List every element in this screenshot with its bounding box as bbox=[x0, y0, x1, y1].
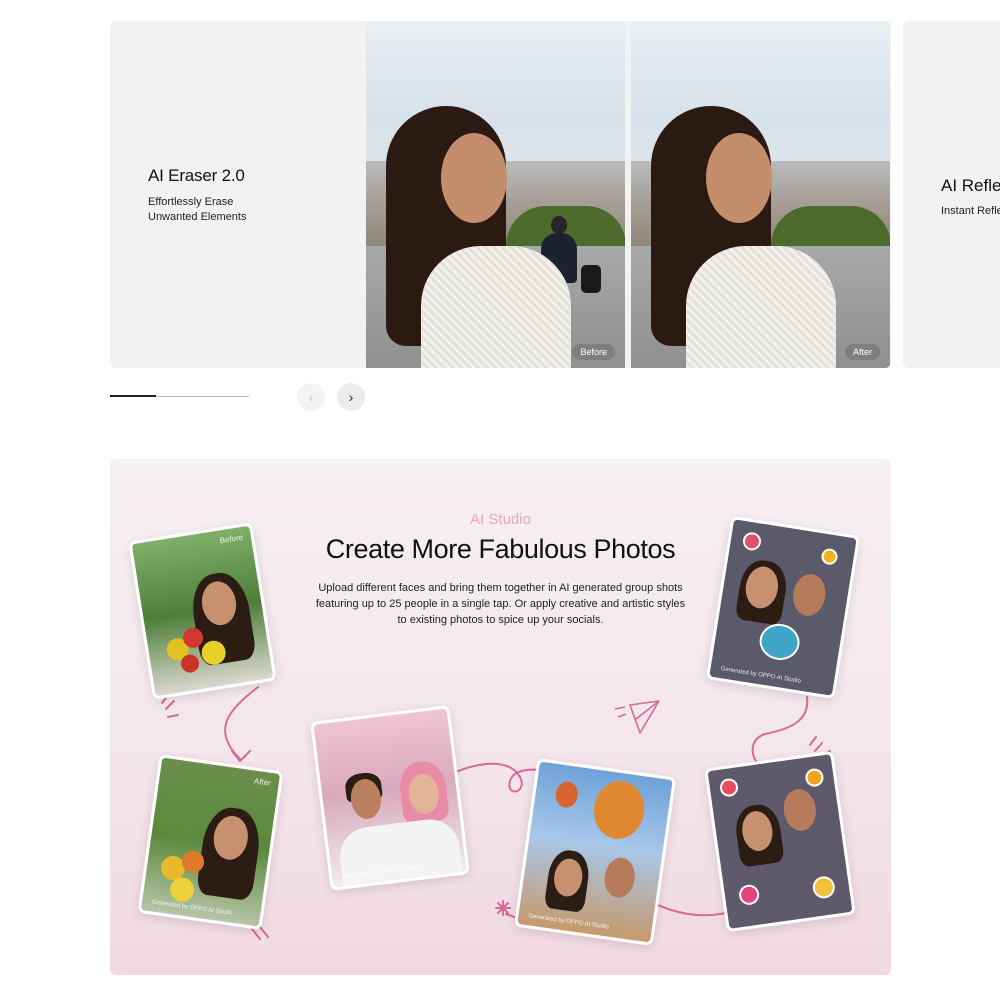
studio-card-after: After Generated by OPPO AI Studio bbox=[137, 754, 284, 930]
studio-card-couple-blossoms: Generated by OPPO AI Studio bbox=[310, 705, 470, 891]
studio-card-balloons: Generated by OPPO AI Studio bbox=[513, 758, 677, 946]
before-badge: Before bbox=[572, 344, 615, 360]
after-badge: After bbox=[844, 344, 880, 360]
card-after-tag: After bbox=[253, 776, 272, 788]
background-person-head bbox=[551, 216, 567, 234]
carousel-prev-button[interactable]: ‹ bbox=[297, 383, 325, 411]
ai-studio-section: AI Studio Create More Fabulous Photos Up… bbox=[110, 459, 891, 975]
carousel-slide-next[interactable]: AI Refle Instant Refle bbox=[903, 21, 1000, 368]
studio-card-stickers-2 bbox=[704, 750, 856, 933]
carousel-progress bbox=[110, 395, 249, 397]
studio-card-stickers-1: Generated by OPPO AI Studio bbox=[705, 515, 861, 700]
card-caption: Generated by OPPO AI Studio bbox=[720, 666, 802, 685]
slide-subtitle: Effortlessly Erase Unwanted Elements bbox=[148, 196, 247, 223]
card-caption: Generated by OPPO AI Studio bbox=[151, 899, 233, 917]
carousel-slide-ai-eraser[interactable]: AI Eraser 2.0 Effortlessly Erase Unwante… bbox=[110, 21, 891, 368]
next-slide-title: AI Refle bbox=[941, 176, 1000, 195]
chevron-left-icon: ‹ bbox=[308, 389, 314, 405]
carousel-next-button[interactable]: › bbox=[337, 383, 365, 411]
chevron-right-icon: › bbox=[348, 389, 354, 405]
before-photo: Before bbox=[366, 21, 625, 368]
studio-description: Upload different faces and bring them to… bbox=[315, 582, 686, 626]
slide-text: AI Eraser 2.0 Effortlessly Erase Unwante… bbox=[148, 166, 268, 225]
studio-card-before: Before bbox=[128, 522, 277, 700]
card-before-tag: Before bbox=[218, 532, 244, 546]
slide-title: AI Eraser 2.0 bbox=[148, 166, 245, 185]
carousel-progress-fill bbox=[110, 395, 156, 397]
feature-carousel: AI Eraser 2.0 Effortlessly Erase Unwante… bbox=[0, 0, 1000, 420]
after-photo: After bbox=[631, 21, 890, 368]
backpack bbox=[581, 265, 601, 293]
card-caption: Generated by OPPO AI Studio bbox=[527, 913, 610, 931]
next-slide-subtitle: Instant Refle bbox=[941, 205, 1000, 217]
